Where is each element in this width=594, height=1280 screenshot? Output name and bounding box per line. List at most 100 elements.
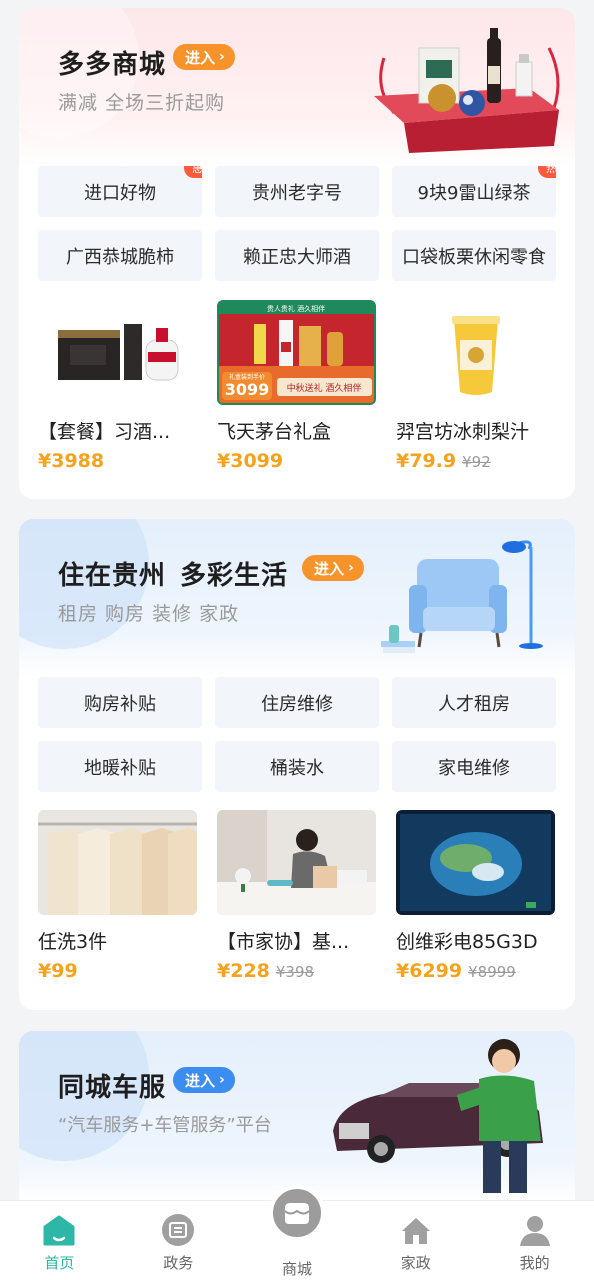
mall-subtitle: 满减 全场三折起购 <box>58 92 226 114</box>
discount-badge: 惠 <box>183 166 202 178</box>
chip-label: 住房维修 <box>261 693 333 715</box>
living-title-part1: 住在贵州 <box>58 561 167 591</box>
living-title-part2: 多彩生活 <box>180 561 289 591</box>
chip-label: 口袋板栗休闲零食 <box>402 246 546 268</box>
product-card[interactable]: 创维彩电85G3D ¥6299 ¥8999 <box>396 810 555 982</box>
chip-floor-heating[interactable]: 地暖补贴 <box>38 741 202 792</box>
product-card[interactable]: 贵人贵礼 酒久相伴 礼盒装到手价 3099 中秋送礼 酒久相伴 飞天茅台礼盒 ¥… <box>217 300 376 472</box>
tab-label: 家政 <box>400 1254 431 1272</box>
product-price: ¥3099 <box>217 450 284 472</box>
chip-chestnut-snacks[interactable]: 口袋板栗休闲零食 <box>392 230 556 281</box>
product-original-price: ¥92 <box>462 453 491 471</box>
gift-box-illustration <box>374 28 560 153</box>
mall-enter-button[interactable]: 进入 › <box>173 44 235 70</box>
product-price-row: ¥3099 <box>217 450 376 472</box>
product-card[interactable]: 羿宫坊冰刺梨汁 ¥79.9 ¥92 <box>396 300 555 472</box>
product-name: 任洗3件 <box>38 931 108 953</box>
image-banner-text: 贵人贵礼 酒久相伴 <box>267 304 325 313</box>
tab-profile[interactable]: 我的 <box>475 1201 594 1280</box>
chip-housing-subsidy[interactable]: 购房补贴 <box>38 677 202 728</box>
living-enter-button[interactable]: 进入 › <box>302 555 364 581</box>
product-price: ¥3988 <box>38 450 105 472</box>
product-image-laundry <box>38 810 197 915</box>
product-card[interactable]: 【套餐】习酒... ¥3988 <box>38 300 197 472</box>
chip-appliance-repair[interactable]: 家电维修 <box>392 741 556 792</box>
armchair-illustration <box>381 540 543 653</box>
chip-label: 人才租房 <box>438 693 510 715</box>
enter-label: 进入 <box>185 48 216 67</box>
product-image-pear-juice <box>396 300 555 405</box>
product-original-price: ¥8999 <box>468 963 516 981</box>
product-price-row: ¥99 <box>38 960 197 982</box>
chip-imported-goods[interactable]: 进口好物 惠 <box>38 166 202 217</box>
tab-home[interactable]: 首页 <box>0 1201 119 1280</box>
tab-label: 首页 <box>44 1254 75 1272</box>
bottom-tab-bar: 首页 政务 商城 家政 我的 <box>0 1185 594 1280</box>
image-price-text: 3099 <box>225 380 270 399</box>
chevron-right-icon: › <box>219 49 225 65</box>
product-name: 飞天茅台礼盒 <box>217 421 332 443</box>
car-service-enter-button[interactable]: 进入 › <box>173 1067 235 1093</box>
chevron-right-icon: › <box>219 1072 225 1088</box>
product-price-row: ¥228 ¥398 <box>217 960 376 982</box>
gov-icon <box>161 1213 195 1247</box>
product-price: ¥79.9 <box>396 450 457 472</box>
housekeeping-icon <box>399 1213 433 1247</box>
product-price-row: ¥3988 <box>38 450 197 472</box>
image-tag-text: 中秋送礼 酒久相伴 <box>287 382 362 394</box>
chip-label: 进口好物 <box>84 182 156 204</box>
product-image-tv <box>396 810 555 915</box>
car-service-subtitle: “汽车服务+车管服务”平台 <box>58 1115 272 1136</box>
tab-housekeeping[interactable]: 家政 <box>356 1201 475 1280</box>
chevron-right-icon: › <box>348 560 354 576</box>
tab-government[interactable]: 政务 <box>119 1201 238 1280</box>
living-subtitle: 租房 购房 装修 家政 <box>58 603 240 625</box>
product-original-price: ¥398 <box>275 963 315 981</box>
tab-label: 政务 <box>163 1254 194 1272</box>
mall-icon <box>268 1185 325 1241</box>
living-chips: 购房补贴 住房维修 人才租房 地暖补贴 桶装水 家电维修 <box>38 677 556 792</box>
chip-leishan-tea[interactable]: 9块9雷山绿茶 热 <box>392 166 556 217</box>
chip-label: 家电维修 <box>438 757 510 779</box>
product-card[interactable]: 【市家协】基... ¥228 ¥398 <box>217 810 376 982</box>
car-person-illustration <box>333 1039 543 1193</box>
chip-label: 广西恭城脆柿 <box>66 246 174 268</box>
product-image-maotai: 贵人贵礼 酒久相伴 礼盒装到手价 3099 中秋送礼 酒久相伴 <box>217 300 376 405</box>
profile-icon <box>518 1213 552 1247</box>
tab-mall[interactable]: 商城 <box>238 1185 357 1280</box>
product-name: 羿宫坊冰刺梨汁 <box>396 421 530 443</box>
living-products: 任洗3件 ¥99 【市家协】基... ¥228 ¥398 创维彩电85G3D ¥… <box>38 810 556 982</box>
living-header[interactable]: 住在贵州 多彩生活 进入 › 租房 购房 装修 家政 <box>19 519 575 677</box>
chip-housing-repair[interactable]: 住房维修 <box>215 677 379 728</box>
mall-chips: 进口好物 惠 贵州老字号 9块9雷山绿茶 热 广西恭城脆柿 赖正忠大师酒 口袋板… <box>38 166 556 281</box>
chip-persimmon[interactable]: 广西恭城脆柿 <box>38 230 202 281</box>
tab-label: 我的 <box>519 1254 550 1272</box>
chip-label: 贵州老字号 <box>252 182 342 204</box>
product-name: 【市家协】基... <box>217 931 350 953</box>
chip-label: 9块9雷山绿茶 <box>417 182 531 204</box>
chip-label: 桶装水 <box>270 757 324 779</box>
product-price-row: ¥79.9 ¥92 <box>396 450 555 472</box>
product-image-housekeeping <box>217 810 376 915</box>
product-card[interactable]: 任洗3件 ¥99 <box>38 810 197 982</box>
product-image-xijiu <box>38 300 197 405</box>
chip-label: 赖正忠大师酒 <box>243 246 351 268</box>
product-price-row: ¥6299 ¥8999 <box>396 960 555 982</box>
chip-label: 地暖补贴 <box>84 757 156 779</box>
car-service-header[interactable]: 同城车服 进入 › “汽车服务+车管服务”平台 <box>19 1031 575 1201</box>
mall-header[interactable]: 多多商城 进入 › 满减 全场三折起购 <box>19 8 575 166</box>
mall-products: 【套餐】习酒... ¥3988 贵人贵礼 酒久相伴 礼盒装到手价 3099 中秋… <box>38 300 556 472</box>
product-price: ¥6299 <box>396 960 463 982</box>
chip-master-liquor[interactable]: 赖正忠大师酒 <box>215 230 379 281</box>
chip-label: 购房补贴 <box>84 693 156 715</box>
living-title: 住在贵州 多彩生活 <box>58 555 288 592</box>
chip-talent-rental[interactable]: 人才租房 <box>392 677 556 728</box>
product-price: ¥228 <box>217 960 270 982</box>
chip-bottled-water[interactable]: 桶装水 <box>215 741 379 792</box>
car-service-title: 同城车服 <box>58 1073 167 1103</box>
product-name: 【套餐】习酒... <box>38 421 171 443</box>
mall-title: 多多商城 <box>58 50 167 80</box>
chip-guizhou-brands[interactable]: 贵州老字号 <box>215 166 379 217</box>
living-card: 住在贵州 多彩生活 进入 › 租房 购房 装修 家政 购房补贴 住房维修 人才租房 <box>19 519 575 1010</box>
home-icon <box>42 1213 76 1247</box>
